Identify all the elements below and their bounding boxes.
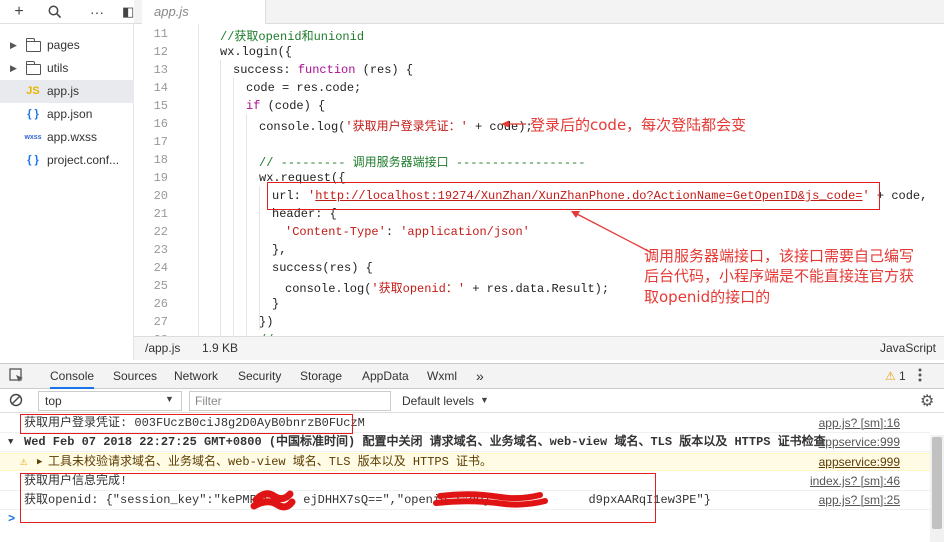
redaction-scribble [433, 491, 548, 508]
redaction-scribble [250, 490, 296, 511]
console-scrollbar-thumb[interactable] [932, 437, 942, 529]
redaction-marks [250, 490, 548, 511]
